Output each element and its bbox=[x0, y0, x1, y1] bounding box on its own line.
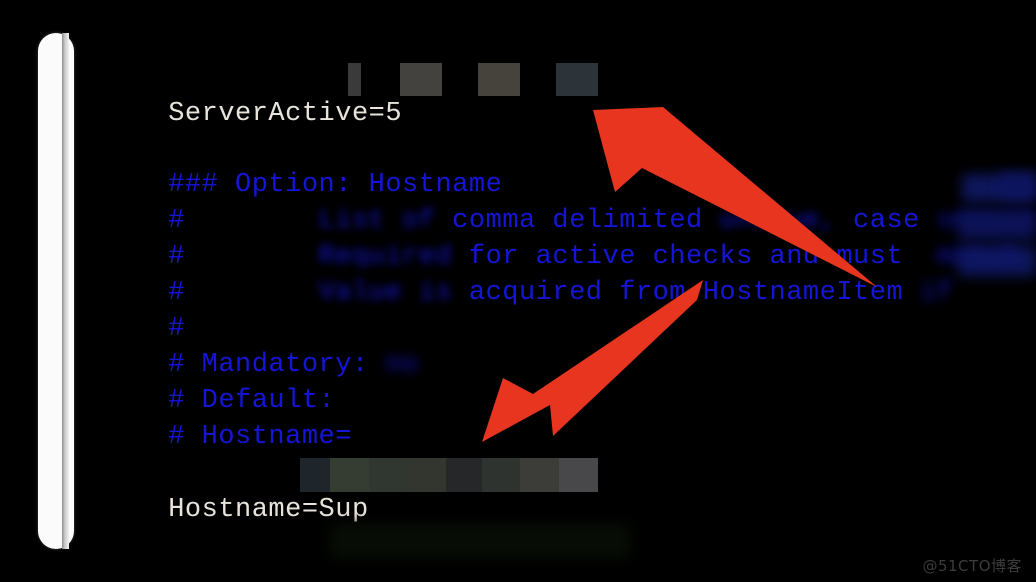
mosaic-cell bbox=[556, 63, 598, 96]
mosaic-cell bbox=[559, 458, 598, 492]
server-active-text: ServerActive=5 bbox=[168, 99, 403, 129]
terminal-line-option-hostname: ### Option: Hostname bbox=[68, 131, 502, 200]
obscured-region-case-sensitive-2 bbox=[1000, 172, 1036, 198]
obscured-text-if: if bbox=[919, 278, 954, 308]
option-next-text: ### Option: HostnameItem bbox=[168, 567, 570, 582]
mosaic-cell bbox=[300, 458, 330, 492]
terminal-line-hostname-comment: # Hostname= bbox=[68, 383, 352, 452]
obscured-text-mandatory-value: no bbox=[385, 350, 419, 380]
obscured-region-last-line bbox=[330, 524, 630, 558]
mosaic-cell bbox=[478, 63, 520, 96]
mosaic-cell bbox=[446, 458, 482, 492]
hostname-assign-text: Hostname=Sup bbox=[168, 495, 369, 525]
scrollbar-rule bbox=[62, 33, 69, 549]
mosaic-cell bbox=[407, 458, 446, 492]
terminal-line-list-of: # List of comma delimited unique, case s… bbox=[68, 167, 1036, 236]
hostname-comment-text: # Hostname= bbox=[168, 422, 352, 452]
mosaic-cell bbox=[520, 458, 560, 492]
mosaic-block-hostname-value bbox=[300, 458, 598, 492]
terminal-line-required: # Required for active checks and must ma… bbox=[68, 203, 1020, 272]
obscured-text-value-is: Value is bbox=[318, 278, 453, 308]
mosaic-cell bbox=[368, 458, 408, 492]
terminal-line-blank-comment: # bbox=[68, 275, 185, 344]
watermark: @51CTO博客 bbox=[922, 557, 1022, 575]
mosaic-block-1 bbox=[400, 63, 442, 96]
mosaic-block-2 bbox=[478, 63, 520, 96]
screenshot-root: ServerActive=5 ### Option: Hostname # Li… bbox=[0, 0, 1036, 582]
text-cursor bbox=[348, 63, 361, 96]
obscured-region-match bbox=[958, 210, 1036, 240]
terminal-line-value-is: # Value is acquired from HostnameItem if bbox=[68, 239, 953, 308]
mosaic-cell bbox=[481, 458, 521, 492]
mosaic-cell bbox=[329, 458, 369, 492]
obscured-region-undefined bbox=[958, 246, 1036, 276]
mosaic-block-3 bbox=[556, 63, 598, 96]
terminal-line-default: # Default: bbox=[68, 347, 335, 416]
mosaic-cell bbox=[400, 63, 442, 96]
comment-acquired-from: acquired from HostnameItem bbox=[468, 278, 904, 308]
terminal-line-mandatory: # Mandatory: no bbox=[68, 311, 419, 380]
